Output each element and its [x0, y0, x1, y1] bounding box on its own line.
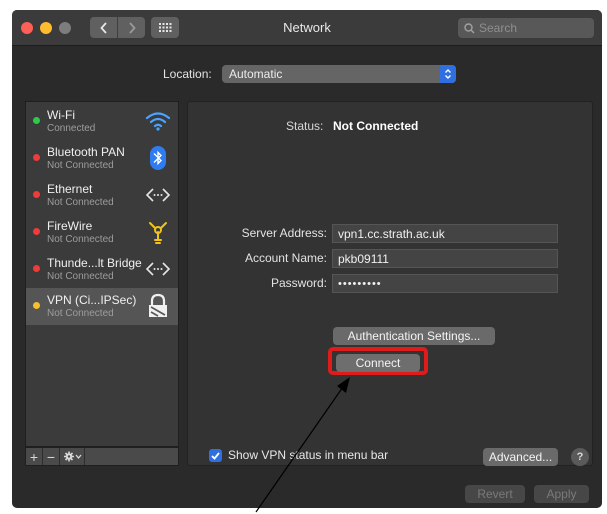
password-field[interactable]: •••••••••: [332, 274, 558, 293]
gear-icon: [63, 451, 81, 462]
account-name-field[interactable]: pkb09111: [332, 249, 558, 268]
show-vpn-status-checkbox[interactable]: [209, 449, 222, 462]
service-name: Ethernet: [47, 182, 93, 196]
service-status: Not Connected: [47, 271, 114, 282]
status-dot: [33, 302, 40, 309]
location-row: Location: Automatic: [12, 65, 602, 85]
service-item-ethernet[interactable]: Ethernet Not Connected: [26, 177, 178, 214]
service-name: Bluetooth PAN: [47, 145, 125, 159]
status-dot: [33, 117, 40, 124]
bluetooth-icon: [144, 144, 172, 172]
vpn-detail-panel: Status: Not Connected Server Address: vp…: [187, 101, 593, 466]
location-select[interactable]: Automatic: [222, 65, 456, 83]
remove-service-button[interactable]: −: [43, 448, 60, 465]
search-placeholder: Search: [479, 21, 518, 35]
vpn-lock-icon: [144, 292, 172, 320]
authentication-settings-button[interactable]: Authentication Settings...: [333, 327, 495, 345]
service-item-vpn[interactable]: VPN (Ci...IPSec) Not Connected: [26, 288, 178, 325]
show-vpn-status-label: Show VPN status in menu bar: [228, 448, 389, 462]
connect-button[interactable]: Connect: [336, 354, 420, 372]
status-dot: [33, 228, 40, 235]
sidebar-toolbar: + −: [25, 447, 179, 466]
location-value: Automatic: [229, 67, 283, 81]
service-status: Not Connected: [47, 197, 114, 208]
service-item-bluetooth-pan[interactable]: Bluetooth PAN Not Connected: [26, 140, 178, 177]
updown-chevron-icon: [440, 65, 456, 83]
service-item-wifi[interactable]: Wi-Fi Connected: [26, 103, 178, 140]
service-status: Connected: [47, 123, 96, 134]
apply-button[interactable]: Apply: [534, 485, 589, 503]
title-bar: Network Search: [12, 10, 602, 46]
firewire-icon: [144, 218, 172, 246]
service-name: VPN (Ci...IPSec): [47, 293, 137, 307]
wifi-icon: [144, 107, 172, 135]
service-item-firewire[interactable]: FireWire Not Connected: [26, 214, 178, 251]
network-services-list: Wi-Fi Connected Bluetooth PAN Not Connec…: [25, 101, 179, 447]
advanced-button[interactable]: Advanced...: [483, 448, 558, 466]
service-item-thunderbolt-bridge[interactable]: Thunde...lt Bridge Not Connected: [26, 251, 178, 288]
service-name: FireWire: [47, 219, 93, 233]
server-address-field[interactable]: vpn1.cc.strath.ac.uk: [332, 224, 558, 243]
account-name-label: Account Name:: [244, 251, 327, 265]
thunderbolt-bridge-icon: [144, 255, 172, 283]
status-dot: [33, 265, 40, 272]
service-name: Wi-Fi: [47, 108, 75, 122]
location-label: Location:: [163, 67, 212, 81]
server-address-row: Server Address: vpn1.cc.strath.ac.uk: [188, 224, 592, 244]
help-button[interactable]: ?: [571, 448, 589, 466]
status-dot: [33, 154, 40, 161]
add-service-button[interactable]: +: [26, 448, 43, 465]
search-field[interactable]: Search: [458, 18, 594, 38]
ethernet-icon: [144, 181, 172, 209]
service-status: Not Connected: [47, 308, 114, 319]
checkmark-icon: [211, 451, 220, 460]
status-value: Not Connected: [333, 119, 419, 133]
revert-button[interactable]: Revert: [465, 485, 525, 503]
password-row: Password: •••••••••: [188, 274, 592, 294]
network-preferences-window: Network Search Location: Automatic Wi-Fi…: [12, 10, 602, 508]
account-name-row: Account Name: pkb09111: [188, 249, 592, 269]
service-status: Not Connected: [47, 234, 114, 245]
status-label: Status:: [286, 119, 324, 133]
service-actions-button[interactable]: [60, 448, 85, 465]
server-address-label: Server Address:: [241, 226, 327, 240]
status-dot: [33, 191, 40, 198]
search-icon: [464, 22, 475, 34]
service-status: Not Connected: [47, 160, 114, 171]
service-name: Thunde...lt Bridge: [47, 256, 142, 270]
password-label: Password:: [270, 276, 327, 290]
